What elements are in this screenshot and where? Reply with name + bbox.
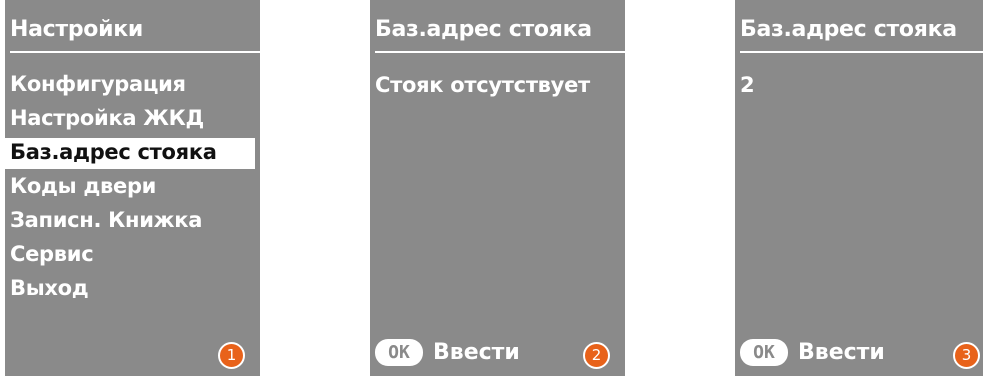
step-number-badge: 2 [583, 342, 610, 369]
ok-button[interactable]: OK [375, 338, 423, 366]
settings-menu-screen: Настройки Конфигурация Настройка ЖКД Баз… [5, 0, 260, 376]
menu-item-service[interactable]: Сервис [5, 240, 260, 271]
screen-title: Баз.адрес стояка [740, 17, 957, 42]
screen-title: Баз.адрес стояка [375, 17, 592, 42]
ok-action-label: Ввести [433, 339, 520, 365]
riser-address-value-screen: Баз.адрес стояка 2 OK Ввести 3 [735, 0, 983, 376]
ok-action-row: OK Ввести [740, 338, 885, 366]
ok-action-label: Ввести [798, 339, 885, 365]
menu-item-riser-base-address[interactable]: Баз.адрес стояка [5, 138, 255, 169]
title-divider [375, 51, 625, 53]
riser-address-empty-screen: Баз.адрес стояка Стояк отсутствует OK Вв… [370, 0, 625, 376]
step-number-badge: 1 [218, 342, 245, 369]
menu-item-address-book[interactable]: Записн. Книжка [5, 206, 260, 237]
ok-action-row: OK Ввести [375, 338, 520, 366]
riser-status-text: Стояк отсутствует [375, 73, 590, 97]
step-number-badge: 3 [953, 342, 980, 369]
title-divider [10, 51, 260, 53]
menu-item-door-codes[interactable]: Коды двери [5, 172, 260, 203]
menu-item-exit[interactable]: Выход [5, 274, 260, 305]
settings-menu: Конфигурация Настройка ЖКД Баз.адрес сто… [5, 70, 260, 308]
screen-title: Настройки [10, 17, 143, 42]
riser-address-value[interactable]: 2 [740, 73, 755, 97]
ok-button[interactable]: OK [740, 338, 788, 366]
menu-item-configuration[interactable]: Конфигурация [5, 70, 260, 101]
menu-item-lcd-settings[interactable]: Настройка ЖКД [5, 104, 260, 135]
title-divider [740, 51, 983, 53]
